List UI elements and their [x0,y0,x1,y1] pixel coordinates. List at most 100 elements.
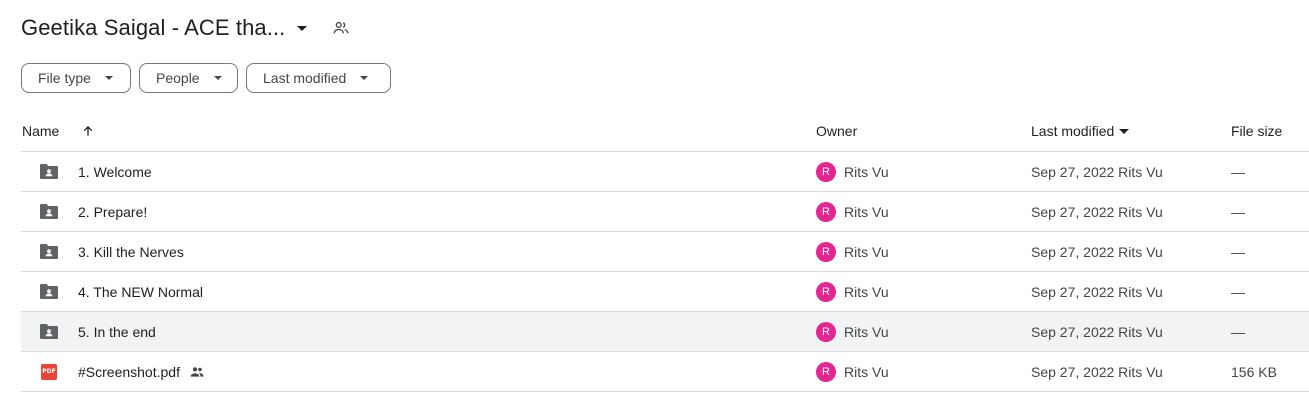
file-size-cell: — [1231,272,1245,311]
file-name[interactable]: 3. Kill the Nerves [78,244,184,260]
file-icon-cell [38,152,60,191]
table-row[interactable]: 2. Prepare! R Rits Vu Sep 27, 2022 Rits … [21,192,1309,232]
column-label: File size [1231,123,1283,139]
chip-label: Last modified [263,70,347,86]
people-filter[interactable]: People [139,63,238,93]
last-modified-cell: Sep 27, 2022 Rits Vu [1031,192,1163,231]
last-modified-cell: Sep 27, 2022 Rits Vu [1031,232,1163,271]
filter-bar: File type People Last modified [21,63,391,93]
file-size-cell: — [1231,152,1245,191]
file-name[interactable]: 5. In the end [78,324,156,340]
table-row[interactable]: PDF #Screenshot.pdf R Rits Vu Sep 27, 20… [21,352,1309,392]
owner-cell: R Rits Vu [816,272,889,311]
table-row[interactable]: 3. Kill the Nerves R Rits Vu Sep 27, 202… [21,232,1309,272]
file-name[interactable]: #Screenshot.pdf [78,364,180,380]
folder-title[interactable]: Geetika Saigal - ACE tha... [21,15,285,41]
file-size-value: — [1231,163,1245,180]
last-modified-value: Sep 27, 2022 Rits Vu [1031,163,1163,180]
last-modified-cell: Sep 27, 2022 Rits Vu [1031,312,1163,351]
file-size-value: — [1231,323,1245,340]
file-icon-cell [38,312,60,351]
drive-folder-view: Geetika Saigal - ACE tha... File type Pe… [0,0,1309,411]
column-header-last-modified[interactable]: Last modified [1031,123,1130,139]
owner-name: Rits Vu [844,243,889,260]
table-header: Name Owner Last modified File size [21,111,1309,152]
owner-cell: R Rits Vu [816,232,889,271]
shared-folder-icon [39,163,59,180]
owner-cell: R Rits Vu [816,312,889,351]
arrow-upward-icon[interactable] [81,124,95,138]
owner-name: Rits Vu [844,323,889,340]
file-table: Name Owner Last modified File size 1. We… [21,111,1309,392]
shared-folder-icon [39,243,59,260]
shared-folder-icon [39,323,59,340]
file-icon-cell [38,232,60,271]
owner-name: Rits Vu [844,163,889,180]
last-modified-filter[interactable]: Last modified [246,63,391,93]
file-size-value: — [1231,243,1245,260]
owner-cell: R Rits Vu [816,152,889,191]
chip-label: File type [38,70,91,86]
file-name-cell[interactable]: 5. In the end [78,312,156,351]
last-modified-value: Sep 27, 2022 Rits Vu [1031,363,1163,380]
table-row[interactable]: 5. In the end R Rits Vu Sep 27, 2022 Rit… [21,312,1309,352]
last-modified-cell: Sep 27, 2022 Rits Vu [1031,352,1163,391]
file-size-cell: — [1231,192,1245,231]
shared-folder-icon [39,203,59,220]
last-modified-cell: Sep 27, 2022 Rits Vu [1031,272,1163,311]
table-row[interactable]: 1. Welcome R Rits Vu Sep 27, 2022 Rits V… [21,152,1309,192]
chip-label: People [156,70,200,86]
last-modified-value: Sep 27, 2022 Rits Vu [1031,243,1163,260]
file-name[interactable]: 4. The NEW Normal [78,284,203,300]
file-type-filter[interactable]: File type [21,63,131,93]
column-header-file-size[interactable]: File size [1231,123,1282,139]
avatar: R [816,281,836,302]
owner-cell: R Rits Vu [816,192,889,231]
chevron-down-icon [213,76,222,80]
avatar: R [816,321,836,342]
avatar: R [816,361,836,382]
file-name-cell[interactable]: 2. Prepare! [78,192,147,231]
file-icon-cell [38,192,60,231]
avatar: R [816,201,836,222]
file-size-cell: — [1231,312,1245,351]
file-name-cell[interactable]: #Screenshot.pdf [78,352,205,391]
column-header-name[interactable]: Name [22,123,95,139]
file-icon-cell [38,272,60,311]
arrow-drop-down-icon[interactable] [297,25,308,31]
avatar: R [816,161,836,182]
owner-name: Rits Vu [844,363,889,380]
shared-folder-icon [39,283,59,300]
avatar: R [816,241,836,262]
last-modified-value: Sep 27, 2022 Rits Vu [1031,283,1163,300]
owner-name: Rits Vu [844,203,889,220]
file-size-cell: — [1231,232,1245,271]
column-header-owner[interactable]: Owner [816,123,857,139]
column-label: Owner [816,123,858,139]
file-name-cell[interactable]: 1. Welcome [78,152,152,191]
file-name[interactable]: 1. Welcome [78,164,152,180]
file-name-cell[interactable]: 3. Kill the Nerves [78,232,184,271]
pdf-icon: PDF [41,363,57,380]
chevron-down-icon [360,76,369,80]
people-icon [189,364,205,380]
chevron-down-icon [104,76,113,80]
sort-descending-icon [1119,128,1130,134]
column-label: Last modified [1031,123,1115,139]
file-size-cell: 156 KB [1231,352,1277,391]
owner-cell: R Rits Vu [816,352,889,391]
last-modified-value: Sep 27, 2022 Rits Vu [1031,323,1163,340]
file-size-value: — [1231,203,1245,220]
file-name[interactable]: 2. Prepare! [78,204,147,220]
table-row[interactable]: 4. The NEW Normal R Rits Vu Sep 27, 2022… [21,272,1309,312]
file-size-value: — [1231,283,1245,300]
people-icon[interactable] [331,18,351,38]
owner-name: Rits Vu [844,283,889,300]
file-name-cell[interactable]: 4. The NEW Normal [78,272,203,311]
column-label: Name [22,123,60,139]
last-modified-cell: Sep 27, 2022 Rits Vu [1031,152,1163,191]
last-modified-value: Sep 27, 2022 Rits Vu [1031,203,1163,220]
pdf-icon-label: PDF [42,368,56,375]
folder-header: Geetika Saigal - ACE tha... [21,12,351,44]
file-size-value: 156 KB [1231,363,1277,380]
